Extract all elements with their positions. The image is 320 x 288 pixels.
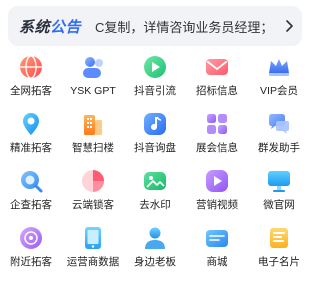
feature-carrier-data[interactable]: 运营商数据 — [62, 217, 124, 274]
feature-nearby-leads[interactable]: 附近拓客 — [0, 217, 62, 274]
feature-label: 去水印 — [139, 199, 171, 211]
feature-douyin-traffic[interactable]: 抖音引流 — [124, 46, 186, 103]
feature-mini-website[interactable]: 微官网 — [248, 160, 310, 217]
feature-vip-member[interactable]: VIP会员 — [248, 46, 310, 103]
feature-label: 精准拓客 — [10, 142, 52, 154]
feature-label: 云端锁客 — [72, 199, 114, 211]
notice-title: 系统公告 — [19, 18, 82, 36]
feature-label: 展会信息 — [196, 142, 238, 154]
feature-label: 智慧扫楼 — [72, 142, 114, 154]
feature-nearby-boss[interactable]: 身边老板 — [124, 217, 186, 274]
feature-smart-building-scan[interactable]: 智慧扫楼 — [62, 103, 124, 160]
phone-icon — [80, 225, 106, 251]
chevron-right-icon[interactable] — [276, 6, 302, 46]
feature-label: 微官网 — [263, 199, 295, 211]
video-icon — [204, 168, 230, 194]
monitor-icon — [266, 168, 292, 194]
feature-label: 全网拓客 — [10, 85, 52, 97]
feature-label: YSK GPT — [70, 85, 116, 97]
feature-precise-leads[interactable]: 精准拓客 — [0, 103, 62, 160]
chat-bubbles-icon — [266, 111, 292, 137]
feature-mass-message[interactable]: 群发助手 — [248, 103, 310, 160]
feature-mall[interactable]: 商城 — [186, 217, 248, 274]
globe-icon — [18, 54, 44, 80]
feature-bidding-info[interactable]: 招标信息 — [186, 46, 248, 103]
feature-label: 群发助手 — [258, 142, 300, 154]
feature-ysk-gpt[interactable]: YSK GPT — [62, 46, 124, 103]
search-icon — [18, 168, 44, 194]
feature-exhibition-info[interactable]: 展会信息 — [186, 103, 248, 160]
feature-label: 抖音引流 — [134, 85, 176, 97]
chatbot-icon — [80, 54, 106, 80]
music-icon — [142, 111, 168, 137]
shop-icon — [204, 225, 230, 251]
notice-bar[interactable]: 系统公告 C复制，详情咨询业务员经理； — [8, 6, 302, 46]
pie-icon — [80, 168, 106, 194]
nearby-icon — [18, 225, 44, 251]
envelope-icon — [204, 54, 230, 80]
feature-douyin-inquiry[interactable]: 抖音询盘 — [124, 103, 186, 160]
card-icon — [266, 225, 292, 251]
feature-label: 抖音询盘 — [134, 142, 176, 154]
person-icon — [142, 225, 168, 251]
feature-e-business-card[interactable]: 电子名片 — [248, 217, 310, 274]
play-icon — [142, 54, 168, 80]
feature-company-lookup[interactable]: 企查拓客 — [0, 160, 62, 217]
watermark-icon — [142, 168, 168, 194]
crown-icon — [266, 54, 292, 80]
grid-icon — [204, 111, 230, 137]
feature-label: 招标信息 — [196, 85, 238, 97]
feature-remove-watermark[interactable]: 去水印 — [124, 160, 186, 217]
feature-label: 营销视频 — [196, 199, 238, 211]
feature-marketing-video[interactable]: 营销视频 — [186, 160, 248, 217]
feature-label: 身边老板 — [134, 256, 176, 268]
feature-label: VIP会员 — [260, 85, 298, 97]
feature-label: 商城 — [206, 256, 228, 268]
feature-cloud-lock[interactable]: 云端锁客 — [62, 160, 124, 217]
feature-global-leads[interactable]: 全网拓客 — [0, 46, 62, 103]
building-icon — [80, 111, 106, 137]
location-icon — [18, 111, 44, 137]
feature-grid: 全网拓客 YSK GPT 抖音引流 招标信息 VIP会员 精准拓客 智慧扫楼 抖… — [0, 46, 310, 274]
feature-label: 运营商数据 — [66, 256, 120, 268]
feature-label: 电子名片 — [258, 256, 300, 268]
feature-label: 附近拓客 — [10, 256, 52, 268]
feature-label: 企查拓客 — [10, 199, 52, 211]
notice-text: C复制，详情咨询业务员经理； — [95, 19, 274, 35]
